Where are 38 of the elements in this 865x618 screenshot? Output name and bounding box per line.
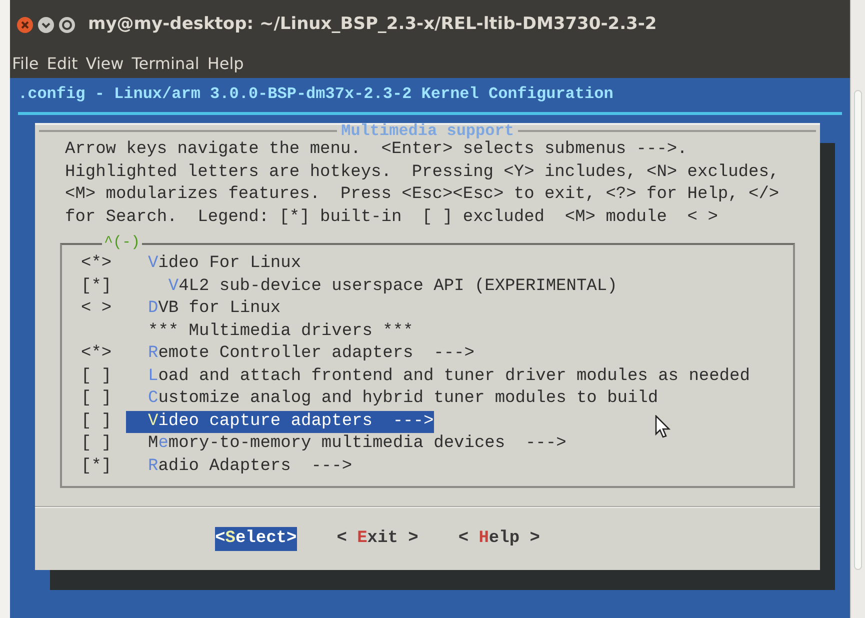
menu-option[interactable]: DVB for Linux: [126, 298, 281, 320]
menu-item[interactable]: Help: [207, 52, 244, 76]
menu-option[interactable]: Video capture adapters --->: [126, 410, 434, 433]
dialog-button[interactable]: <Select>: [215, 527, 297, 551]
dialog-title: Multimedia support: [340, 121, 515, 140]
option-prompt[interactable]: [ ]: [81, 366, 126, 388]
dialog-button[interactable]: < Exit >: [336, 527, 418, 551]
help-text-line: Arrow keys navigate the menu. <Enter> selects submenus --->.: [65, 139, 688, 161]
menu-option[interactable]: V4L2 sub-device userspace API (EXPERIMENTAL): [146, 276, 618, 298]
maximize-icon[interactable]: [58, 16, 76, 34]
option-prompt[interactable]: <*>: [81, 253, 126, 276]
menu-option[interactable]: Radio Adapters --->: [126, 456, 352, 478]
menu-option[interactable]: Video For Linux: [126, 253, 302, 276]
menu-item[interactable]: View: [86, 52, 124, 76]
option-prompt[interactable]: [*]: [81, 276, 126, 298]
dialog-button[interactable]: < Help >: [458, 527, 540, 551]
help-text-line: <M> modularizes features. Press <Esc><Esc> to exit, <?> for Help, </>: [65, 184, 780, 206]
menu-item[interactable]: Edit: [46, 52, 78, 76]
option-prompt[interactable]: [ ]: [81, 388, 126, 410]
window-title: my@my-desktop: ~/Linux_BSP_2.3-x/REL-ltib-DM3730-2.3-2: [88, 13, 657, 36]
menu-item[interactable]: File: [12, 52, 39, 76]
config-header: .config - Linux/arm 3.0.0-BSP-dm37x-2.3-2 Kernel Configuration: [17, 84, 614, 105]
menu-option[interactable]: Load and attach frontend and tuner driver modules as needed: [126, 366, 750, 388]
menu-option[interactable]: Remote Controller adapters --->: [126, 343, 474, 366]
mouse-pointer-icon: [655, 415, 671, 439]
help-text-line: Highlighted letters are hotkeys. Pressing <Y> includes, <N> excludes,: [65, 162, 780, 184]
option-prompt[interactable]: [ ]: [81, 433, 126, 456]
option-prompt[interactable]: <*>: [81, 343, 126, 366]
menu-option[interactable]: *** Multimedia drivers ***: [126, 320, 414, 343]
minimize-icon[interactable]: [37, 16, 55, 34]
close-icon[interactable]: [16, 16, 34, 34]
menu-item[interactable]: Terminal: [132, 52, 200, 76]
help-text-line: for Search. Legend: [*] built-in [ ] excluded <M> module < >: [65, 206, 719, 228]
option-prompt[interactable]: < >: [81, 298, 126, 320]
menu-option[interactable]: Customize analog and hybrid tuner modules to build: [126, 388, 658, 410]
option-prompt[interactable]: [ ]: [81, 410, 126, 433]
menu-option[interactable]: Memory-to-memory multimedia devices --->: [126, 433, 566, 456]
option-prompt[interactable]: [*]: [81, 456, 126, 478]
